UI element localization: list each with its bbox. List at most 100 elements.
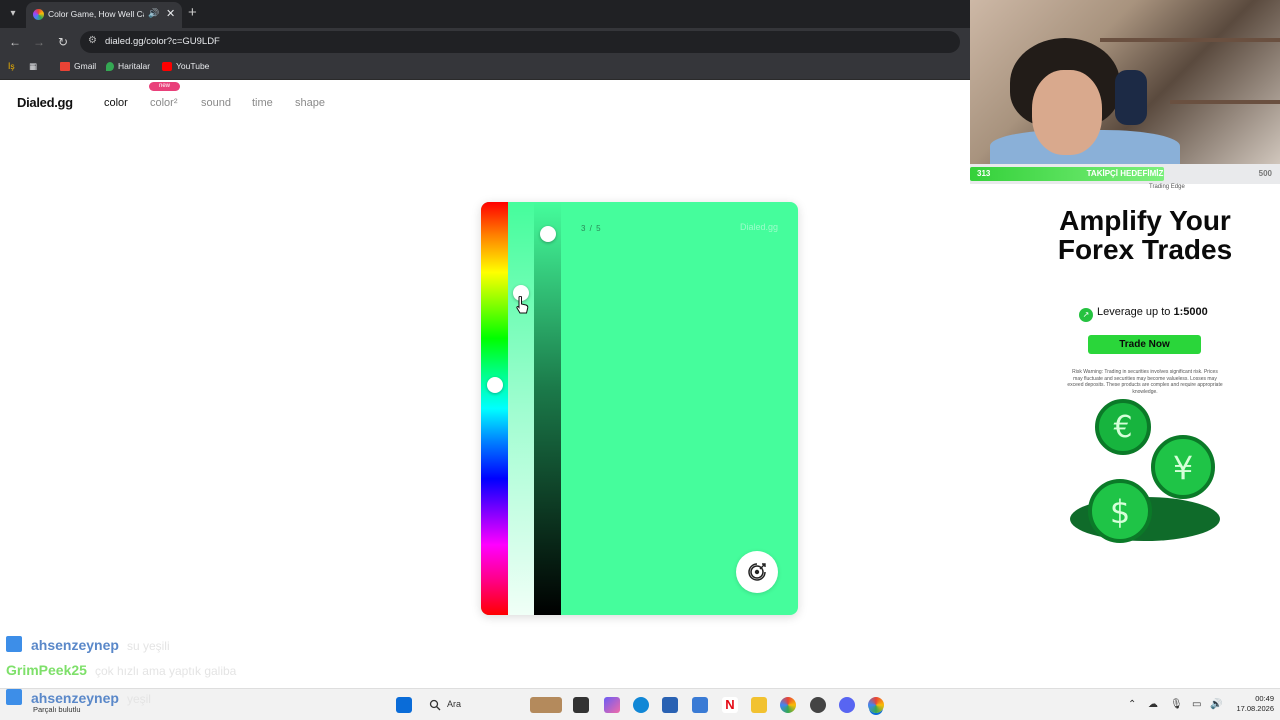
brightness-slider-handle[interactable] xyxy=(540,225,556,242)
arrow-up-right-icon: ↗ xyxy=(1079,308,1093,322)
ad-risk-warning: Risk Warning: Trading in securities invo… xyxy=(1067,369,1223,395)
follower-goal-bar: 313 TAKİPÇİ HEDEFİMİZ 500 xyxy=(970,164,1280,184)
chevron-up-icon[interactable]: ⌃ xyxy=(1128,699,1136,710)
chat-text: su yeşili xyxy=(126,639,170,653)
nav-color[interactable]: color xyxy=(104,97,128,109)
site-logo[interactable]: Dialed.gg xyxy=(17,95,73,110)
weather-widget[interactable]: Parçalı bulutlu xyxy=(33,705,81,714)
svg-text:€: € xyxy=(1113,410,1132,445)
chrome-icon[interactable] xyxy=(780,697,796,713)
microphone-icon[interactable]: 🎙 xyxy=(1170,699,1183,710)
submit-guess-button[interactable] xyxy=(736,551,778,593)
hue-slider[interactable] xyxy=(481,202,508,615)
brightness-slider[interactable] xyxy=(534,202,561,615)
webcam-feed xyxy=(970,0,1280,164)
windows-taskbar: ahsenzeynep yeşil Parçalı bulutlu Ara N ⌃… xyxy=(0,688,1280,720)
hue-slider-handle[interactable] xyxy=(487,376,503,393)
bookmark-youtube[interactable]: YouTube xyxy=(162,61,209,71)
bookmark-label: YouTube xyxy=(176,61,210,71)
ad-leverage-value: 1:5000 xyxy=(1173,306,1208,318)
new-tab-button[interactable]: + xyxy=(188,4,197,21)
browser-tab[interactable]: Color Game, How Well Can 🔊 ✕ xyxy=(26,2,182,28)
taskbar-search[interactable]: Ara xyxy=(425,695,565,715)
ad-headline: Amplify Your Forex Trades xyxy=(1057,205,1233,265)
ad-brand-tag: Trading Edge xyxy=(1149,184,1185,190)
nav-shape[interactable]: shape xyxy=(295,97,325,109)
target-icon xyxy=(748,563,766,581)
edge-icon[interactable] xyxy=(633,697,649,713)
chat-text: yeşil xyxy=(126,692,151,706)
youtube-icon xyxy=(162,61,172,71)
trade-now-button[interactable]: Trade Now xyxy=(1088,335,1201,354)
svg-text:$: $ xyxy=(1110,493,1130,531)
search-placeholder: Ara xyxy=(447,699,462,709)
forward-arrow-icon[interactable]: → xyxy=(31,34,47,50)
copilot-icon[interactable] xyxy=(604,697,620,713)
back-arrow-icon[interactable]: ← xyxy=(7,34,23,50)
store-icon[interactable] xyxy=(662,697,678,713)
search-icon xyxy=(429,699,441,711)
clock-time: 00:49 xyxy=(1255,694,1274,703)
chat-badge-icon xyxy=(6,636,22,652)
speaker-icon[interactable]: 🔊 xyxy=(148,8,159,19)
ad-banner[interactable]: Trading Edge Amplify Your Forex Trades ↗… xyxy=(1045,184,1245,554)
discord-icon[interactable] xyxy=(839,697,855,713)
reload-icon[interactable]: ↻ xyxy=(55,34,71,50)
nav-color-squared[interactable]: color² xyxy=(150,97,178,109)
apps-grid-icon[interactable]: ▦ xyxy=(29,61,37,72)
chat-username: ahsenzeynep xyxy=(31,690,119,706)
bookmark-gmail[interactable]: Gmail xyxy=(60,61,96,71)
app-icon[interactable] xyxy=(692,697,708,713)
chat-message: ahsenzeynep su yeşili xyxy=(6,636,170,653)
currency-coins-icon: € ¥ $ xyxy=(1070,399,1220,543)
chrome-active-icon[interactable] xyxy=(868,697,884,713)
system-clock[interactable]: 00:49 17.08.2026 xyxy=(1224,694,1274,714)
color-picker-card: 3 / 5 Dialed.gg xyxy=(481,202,798,615)
color-wheel-icon xyxy=(33,9,44,20)
bookmark-label: Gmail xyxy=(74,61,97,71)
close-icon[interactable]: ✕ xyxy=(166,7,175,20)
tab-title: Color Game, How Well Can xyxy=(48,9,144,19)
chat-username: ahsenzeynep xyxy=(31,637,119,653)
round-progress: 3 / 5 xyxy=(581,224,602,233)
chat-text: çok hızlı ama yaptık galiba xyxy=(94,664,237,678)
saturation-slider[interactable] xyxy=(508,202,534,615)
address-bar[interactable]: ⚙ dialed.gg/color?c=GU9LDF xyxy=(80,31,960,53)
site-info-icon[interactable]: ⚙ xyxy=(88,35,97,46)
follower-goal: 500 xyxy=(1258,169,1272,178)
follower-goal-title: TAKİPÇİ HEDEFİMİZ xyxy=(1086,169,1164,178)
volume-icon[interactable]: 🔊 xyxy=(1210,699,1222,710)
network-icon[interactable]: ▭ xyxy=(1192,699,1201,710)
hand-cursor-icon xyxy=(516,296,529,314)
gmail-icon xyxy=(60,61,70,71)
browser-toolbar: ← → ↻ ⚙ dialed.gg/color?c=GU9LDF xyxy=(0,28,970,56)
bookmark-folder[interactable]: İş xyxy=(8,61,15,71)
ad-leverage-prefix: Leverage up to xyxy=(1097,306,1174,318)
screen: ▾ Color Game, How Well Can 🔊 ✕ + ← → ↻ ⚙… xyxy=(0,0,1280,720)
search-highlight-icon xyxy=(530,697,562,713)
chat-username: GrimPeek25 xyxy=(6,662,87,678)
windows-start-icon[interactable] xyxy=(396,697,412,713)
bookmark-label: Haritalar xyxy=(118,61,151,71)
bookmarks-bar: İş ▦ Gmail Haritalar YouTube xyxy=(0,56,970,80)
chat-message: ahsenzeynep yeşil xyxy=(6,689,151,706)
obs-icon[interactable] xyxy=(810,697,826,713)
tab-search-icon[interactable]: ▾ xyxy=(6,7,20,21)
cloud-icon[interactable]: ☁ xyxy=(1148,699,1158,710)
file-explorer-icon[interactable] xyxy=(751,697,767,713)
chat-message: GrimPeek25 çok hızlı ama yaptık galiba xyxy=(6,662,236,678)
task-view-icon[interactable] xyxy=(573,697,589,713)
ad-leverage: ↗ Leverage up to 1:5000 xyxy=(1079,306,1208,322)
browser-tabbar: ▾ Color Game, How Well Can 🔊 ✕ + xyxy=(0,0,970,28)
nav-sound[interactable]: sound xyxy=(201,97,231,109)
nav-time[interactable]: time xyxy=(252,97,273,109)
bookmark-maps[interactable]: Haritalar xyxy=(106,61,150,71)
bookmark-folder-label: İş xyxy=(8,61,15,71)
card-watermark: Dialed.gg xyxy=(739,222,778,232)
clock-date: 17.08.2026 xyxy=(1236,704,1274,713)
svg-text:¥: ¥ xyxy=(1173,449,1193,487)
new-badge: new xyxy=(149,82,180,91)
url-text: dialed.gg/color?c=GU9LDF xyxy=(105,36,220,47)
chat-badge-icon xyxy=(6,689,22,705)
netflix-icon[interactable]: N xyxy=(722,697,738,713)
